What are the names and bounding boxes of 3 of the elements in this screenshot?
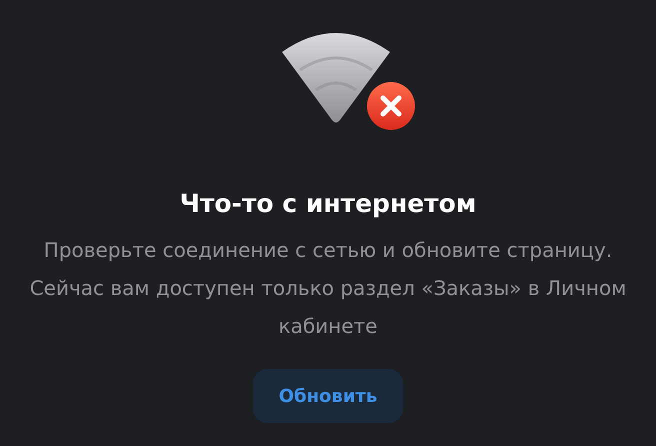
title: Что-то с интернетом	[180, 188, 476, 220]
message: Проверьте соединение с сетью и обновите страницу. Сейчас вам доступен только раздел «Заказы» в Личном кабинете	[28, 237, 628, 340]
refresh-button[interactable]: Обновить	[253, 369, 403, 424]
